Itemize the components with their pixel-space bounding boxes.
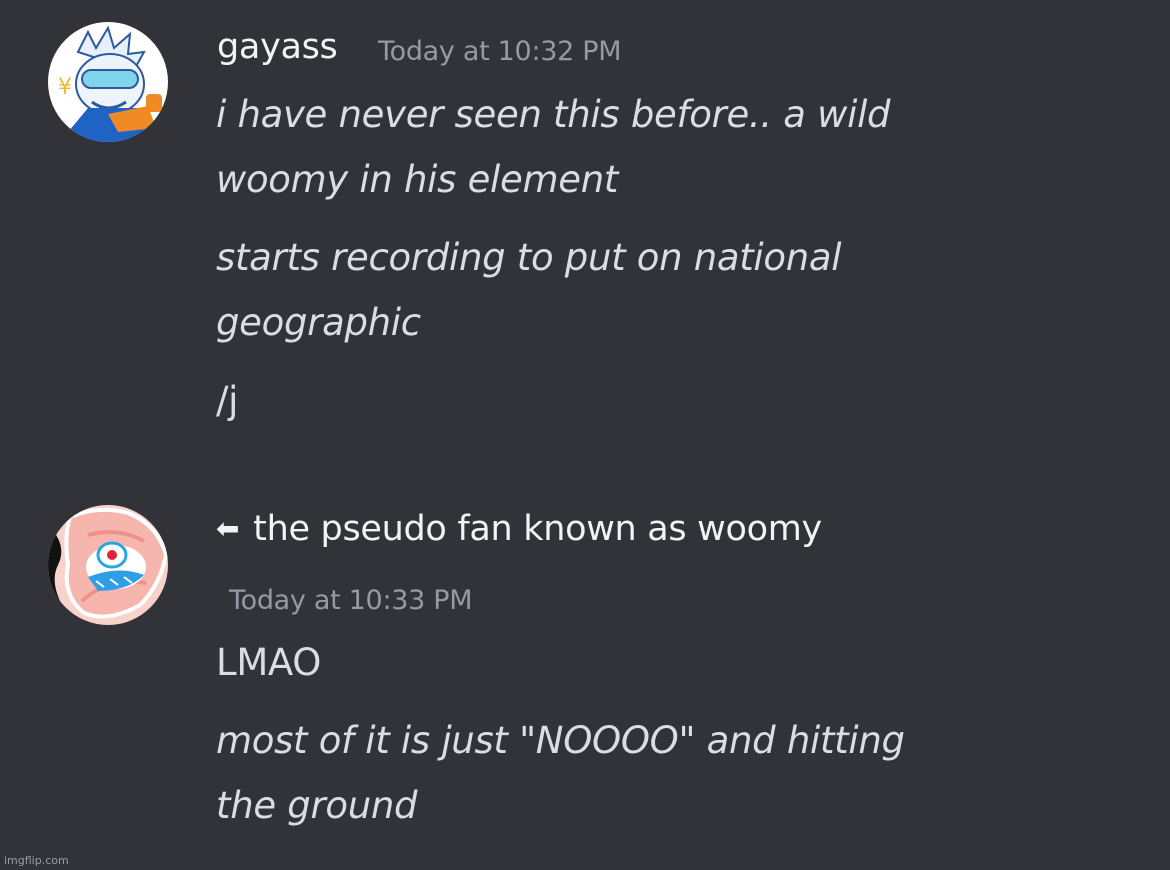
message-text: the ground (216, 784, 418, 827)
timestamp: Today at 10:33 PM (229, 585, 473, 616)
watermark: imgflip.com (4, 854, 69, 867)
message-text: starts recording to put on national (216, 236, 842, 279)
username-label: the pseudo fan known as woomy (253, 509, 822, 549)
avatar[interactable] (48, 505, 168, 625)
message-text: geographic (216, 301, 421, 344)
username[interactable]: gayass (217, 30, 338, 65)
message-text: /j (216, 379, 239, 422)
timestamp: Today at 10:32 PM (378, 36, 622, 67)
username[interactable]: ⬅ the pseudo fan known as woomy (216, 512, 822, 547)
message-text: woomy in his element (216, 158, 619, 201)
pink-character-avatar-icon (48, 505, 168, 625)
avatar[interactable]: ¥ (48, 22, 168, 142)
message-text: LMAO (216, 641, 322, 684)
message-text: most of it is just "NOOOO" and hitting (216, 719, 905, 762)
message-text: i have never seen this before.. a wild (216, 93, 891, 136)
arrow-left-icon: ⬅ (216, 512, 240, 545)
svg-text:¥: ¥ (58, 75, 72, 100)
blue-white-character-avatar-icon: ¥ (48, 22, 168, 142)
